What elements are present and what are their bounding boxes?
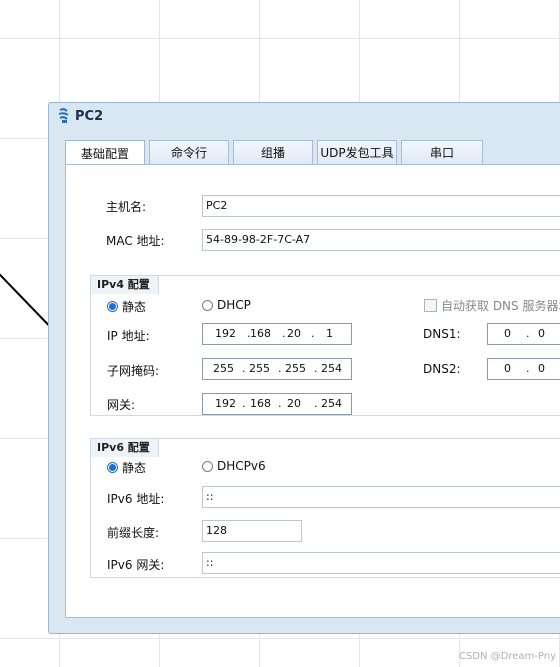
tab-bar: 基础配置 命令行 组播 UDP发包工具 串口: [65, 140, 487, 165]
window-titlebar[interactable]: PC2: [49, 103, 560, 129]
gateway-field[interactable]: 192 . 168 . 20 . 254: [202, 393, 352, 415]
dns-octet: 0: [538, 362, 545, 375]
ipv6-address-field[interactable]: ::: [202, 486, 560, 508]
ip-octet: 192: [215, 327, 236, 340]
hostname-label: 主机名:: [106, 200, 147, 214]
ip-octet: 20: [287, 327, 301, 340]
auto-dns-label: 自动获取 DNS 服务器地: [441, 299, 560, 313]
ipv6-dhcpv6-label: DHCPv6: [217, 459, 266, 473]
checkbox-icon: [424, 299, 437, 312]
ipv4-config-group: IPv4 配置 静态 DHCP 自动获取 DNS 服务器地 IP 地址: 192…: [90, 275, 560, 416]
tab-udp-tool[interactable]: UDP发包工具: [317, 140, 397, 164]
mask-octet: 254: [321, 362, 342, 375]
basic-config-panel: 主机名: PC2 MAC 地址: 54-89-98-2F-7C-A7 IPv4 …: [65, 164, 560, 618]
dns1-field[interactable]: 0 . 0 .: [487, 323, 560, 345]
ipv4-dhcp-label: DHCP: [217, 298, 251, 312]
gateway-octet: 20: [287, 397, 301, 410]
topology-link-line: [0, 263, 54, 331]
gateway-octet: 254: [321, 397, 342, 410]
pc-config-window: PC2 基础配置 命令行 组播 UDP发包工具 串口 主机名: PC2 MAC …: [48, 102, 560, 634]
watermark-text: CSDN @Dream-Pny: [458, 651, 556, 662]
dns-octet: 0: [504, 362, 511, 375]
prefix-length-field[interactable]: 128: [202, 520, 302, 542]
ipv4-static-radio[interactable]: 静态: [107, 298, 146, 315]
tab-serial-port[interactable]: 串口: [401, 140, 483, 164]
pc-icon: [58, 108, 69, 123]
ip-octet: 1: [326, 327, 333, 340]
mac-address-field[interactable]: 54-89-98-2F-7C-A7: [202, 229, 560, 251]
radio-checked-icon: [107, 462, 118, 473]
dns2-label: DNS2:: [423, 362, 461, 376]
ipv4-dhcp-radio[interactable]: DHCP: [202, 298, 251, 312]
ipv6-gateway-label: IPv6 网关:: [107, 558, 165, 572]
ip-octet: 168: [250, 327, 271, 340]
gateway-octet: 168: [250, 397, 271, 410]
prefix-length-label: 前缀长度:: [107, 526, 160, 540]
mask-octet: 255: [285, 362, 306, 375]
radio-checked-icon: [107, 301, 118, 312]
mask-octet: 255: [213, 362, 234, 375]
subnet-mask-field[interactable]: 255 . 255 . 255 . 254: [202, 358, 352, 380]
ipv6-group-title: IPv6 配置: [90, 438, 159, 457]
tab-multicast[interactable]: 组播: [233, 140, 313, 164]
dns2-field[interactable]: 0 . 0 .: [487, 358, 560, 380]
radio-unchecked-icon: [202, 299, 213, 311]
mac-address-label: MAC 地址:: [106, 234, 165, 248]
window-title: PC2: [75, 108, 104, 124]
gateway-octet: 192: [215, 397, 236, 410]
ipv4-static-label: 静态: [122, 300, 147, 314]
subnet-mask-label: 子网掩码:: [107, 364, 160, 378]
gateway-label: 网关:: [107, 398, 136, 412]
ip-address-label: IP 地址:: [107, 329, 150, 343]
auto-dns-checkbox[interactable]: 自动获取 DNS 服务器地: [424, 297, 560, 314]
dns1-label: DNS1:: [423, 327, 461, 341]
tab-basic-config[interactable]: 基础配置: [65, 140, 145, 165]
ipv6-address-label: IPv6 地址:: [107, 492, 165, 506]
ipv6-static-label: 静态: [122, 461, 147, 475]
dns-octet: 0: [538, 327, 545, 340]
ipv6-config-group: IPv6 配置 静态 DHCPv6 IPv6 地址: :: 前缀长度: 128 …: [90, 438, 560, 578]
ipv6-gateway-field[interactable]: ::: [202, 552, 560, 574]
hostname-field[interactable]: PC2: [202, 195, 560, 217]
dns-octet: 0: [504, 327, 511, 340]
mask-octet: 255: [249, 362, 270, 375]
ipv6-dhcpv6-radio[interactable]: DHCPv6: [202, 459, 266, 473]
tab-command-line[interactable]: 命令行: [149, 140, 229, 164]
ipv4-group-title: IPv4 配置: [90, 275, 159, 294]
ip-address-field[interactable]: 192 . 168 . 20 . 1: [202, 323, 352, 345]
ipv6-static-radio[interactable]: 静态: [107, 459, 146, 476]
radio-unchecked-icon: [202, 460, 213, 472]
